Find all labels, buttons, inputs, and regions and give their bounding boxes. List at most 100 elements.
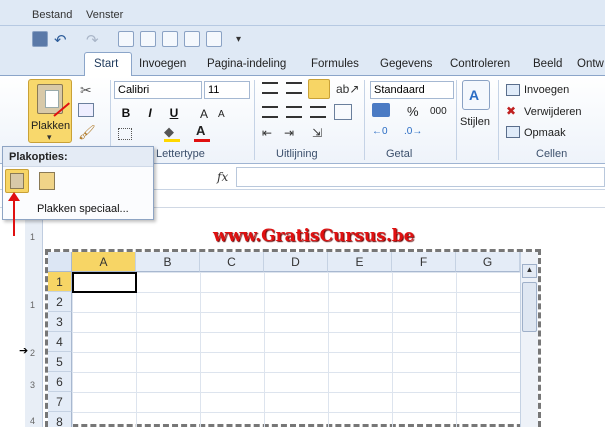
font-color-swatch: [194, 139, 210, 142]
ruler-label: 1: [30, 232, 36, 242]
number-group-label: Getal: [386, 148, 413, 160]
shrink-font-icon[interactable]: A: [218, 109, 225, 120]
merge-center-icon[interactable]: [334, 104, 352, 120]
vertical-scrollbar[interactable]: ▲: [520, 252, 538, 427]
ruler-marker-icon: ➔: [19, 345, 29, 357]
copy-icon[interactable]: [78, 103, 94, 117]
underline-button[interactable]: U: [164, 104, 184, 122]
format-painter-icon[interactable]: 🖌: [78, 124, 96, 141]
currency-icon[interactable]: [372, 103, 390, 117]
row-header-6[interactable]: 6: [48, 372, 72, 392]
ribbon-tabs: Start Invoegen Pagina-indeling Formules …: [0, 52, 605, 77]
bold-button[interactable]: B: [116, 104, 136, 122]
function-icon[interactable]: fx: [217, 170, 228, 184]
align-center-icon[interactable]: [286, 106, 302, 118]
quick-access-toolbar: ↶ ↷ ▾: [0, 26, 605, 52]
decrease-decimal-icon[interactable]: .0→: [404, 126, 422, 137]
row-header-5[interactable]: 5: [48, 352, 72, 372]
align-right-icon[interactable]: [310, 106, 326, 118]
paste-option-values-button[interactable]: [35, 169, 59, 193]
column-header-f[interactable]: F: [392, 252, 456, 272]
border-icon[interactable]: [118, 128, 132, 140]
align-bottom-button[interactable]: [308, 79, 330, 99]
column-header-d[interactable]: D: [264, 252, 328, 272]
tab-controleren[interactable]: Controleren: [450, 58, 510, 70]
spreadsheet: A B C D E F G 1 2 3 4 5 6 7 8 ▲: [45, 249, 541, 427]
menu-bestand[interactable]: Bestand: [32, 9, 72, 21]
column-header-g[interactable]: G: [456, 252, 520, 272]
delete-cells-button[interactable]: Verwijderen: [524, 106, 581, 118]
insert-cells-button[interactable]: Invoegen: [524, 84, 569, 96]
grow-font-icon[interactable]: A: [200, 107, 208, 121]
paste-special-item[interactable]: Plakken speciaal...: [37, 203, 129, 215]
ruler-label: 3: [30, 380, 36, 390]
font-size-field[interactable]: 11: [204, 81, 250, 99]
undo-icon[interactable]: ↶: [54, 31, 70, 49]
percent-button[interactable]: %: [407, 104, 419, 119]
formula-input[interactable]: [236, 167, 605, 187]
styles-button[interactable]: A: [462, 80, 490, 110]
column-header-b[interactable]: B: [136, 252, 200, 272]
cut-icon[interactable]: ✂: [80, 82, 92, 99]
tab-invoegen[interactable]: Invoegen: [139, 58, 186, 70]
paste-option-formatting-button[interactable]: [5, 169, 29, 193]
tab-start-label[interactable]: Start: [94, 58, 118, 70]
tab-beeld[interactable]: Beeld: [533, 58, 562, 70]
cell-grid[interactable]: [72, 272, 520, 427]
row-header-7[interactable]: 7: [48, 392, 72, 412]
fill-color-swatch: [164, 139, 180, 142]
scroll-up-icon[interactable]: ▲: [522, 264, 537, 278]
save-icon[interactable]: [32, 31, 48, 47]
scrollbar-thumb[interactable]: [522, 282, 537, 332]
styles-label[interactable]: Stijlen: [460, 116, 490, 128]
paste-options-popup: Plakopties: Plakken speciaal...: [2, 146, 154, 220]
row-header-8[interactable]: 8: [48, 412, 72, 427]
column-header-a[interactable]: A: [72, 252, 136, 272]
font-color-icon[interactable]: A: [196, 123, 205, 138]
italic-button[interactable]: I: [140, 104, 160, 122]
fill-color-icon[interactable]: ◆: [164, 124, 174, 140]
orientation-icon[interactable]: ab↗: [336, 82, 359, 96]
print-preview-icon[interactable]: [162, 31, 178, 47]
tab-gegevens[interactable]: Gegevens: [380, 58, 432, 70]
row-header-2[interactable]: 2: [48, 292, 72, 312]
select-all-corner[interactable]: [48, 252, 72, 272]
align-top-icon[interactable]: [262, 82, 278, 94]
thousands-button[interactable]: 000: [430, 106, 447, 117]
active-cell-a1[interactable]: [72, 272, 137, 293]
annotation-arrowhead-icon: [8, 192, 20, 201]
row-header-3[interactable]: 3: [48, 312, 72, 332]
vertical-ruler: 1 1 2 3 4: [25, 208, 43, 427]
form-icon[interactable]: [118, 31, 134, 47]
tab-formules[interactable]: Formules: [311, 58, 359, 70]
tab-pagina-indeling[interactable]: Pagina-indeling: [207, 58, 286, 70]
decrease-indent-icon[interactable]: ⇤: [262, 126, 272, 140]
macro-icon[interactable]: [140, 31, 156, 47]
paste-dropdown-icon[interactable]: ▾: [47, 132, 52, 143]
increase-decimal-icon[interactable]: ←0: [372, 126, 388, 137]
tab-ontwerp[interactable]: Ontw: [577, 58, 604, 70]
paste-clipboard-icon: [10, 173, 24, 189]
format-cells-button[interactable]: Opmaak: [524, 127, 566, 139]
paste-label: Plakken: [31, 120, 71, 132]
row-header-4[interactable]: 4: [48, 332, 72, 352]
column-header-e[interactable]: E: [328, 252, 392, 272]
print-icon[interactable]: [184, 31, 200, 47]
alignment-group-label: Uitlijning: [276, 148, 318, 160]
redo-icon[interactable]: ↷: [86, 31, 102, 49]
styles-icon: A: [469, 87, 480, 103]
text-direction-icon[interactable]: ⇲: [312, 126, 322, 140]
align-middle-icon[interactable]: [286, 82, 302, 94]
font-name-field[interactable]: Calibri: [114, 81, 202, 99]
paste-button[interactable]: Plakken ▾: [28, 79, 72, 143]
increase-indent-icon[interactable]: ⇥: [284, 126, 294, 140]
number-format-field[interactable]: Standaard: [370, 81, 454, 99]
ruler-label: 4: [30, 416, 36, 426]
cells-group-label: Cellen: [536, 148, 568, 160]
qat-customize-icon[interactable]: ▾: [236, 34, 241, 45]
menu-venster[interactable]: Venster: [86, 9, 123, 21]
column-header-c[interactable]: C: [200, 252, 264, 272]
align-left-icon[interactable]: [262, 106, 278, 118]
row-header-1[interactable]: 1: [48, 272, 72, 292]
email-icon[interactable]: [206, 31, 222, 47]
